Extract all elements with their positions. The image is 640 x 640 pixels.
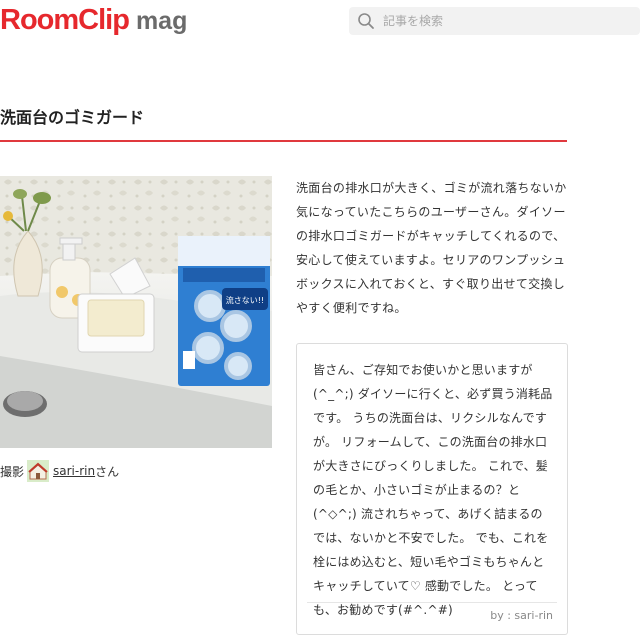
logo-sub-text: mag (135, 7, 188, 35)
user-avatar[interactable] (27, 460, 50, 482)
package-label: 流さない!! (226, 295, 264, 305)
search-input[interactable] (383, 10, 623, 32)
site-logo[interactable]: RoomClip mag (0, 4, 187, 40)
credit-prefix: 撮影 (0, 464, 25, 479)
comment-author: by : sari-rin (490, 609, 553, 622)
user-comment-box: 皆さん、ご存知でお使いかと思いますが(^_^;) ダイソーに行くと、必ず買う消耗… (296, 343, 568, 635)
comment-divider (307, 602, 557, 603)
user-comment-text: 皆さん、ご存知でお使いかと思いますが(^_^;) ダイソーに行くと、必ず買う消耗… (313, 363, 553, 617)
title-divider (0, 140, 567, 142)
credit-username-link[interactable]: sari-rin (53, 464, 95, 478)
article-description: 洗面台の排水口が大きく、ゴミが流れ落ちないか気になっていたこちらのユーザーさん。… (296, 181, 567, 315)
article-photo[interactable]: 流さない!! (0, 176, 272, 448)
search-icon[interactable] (357, 12, 375, 30)
article-title: 洗面台のゴミガード (0, 108, 145, 127)
logo-main-text: RoomClip (0, 4, 130, 36)
credit-suffix: さん (95, 464, 120, 479)
photo-credit: 撮影 sari-rin さん (0, 460, 119, 482)
search-box[interactable] (349, 7, 640, 35)
bathroom-sink-photo: 流さない!! (0, 176, 272, 448)
